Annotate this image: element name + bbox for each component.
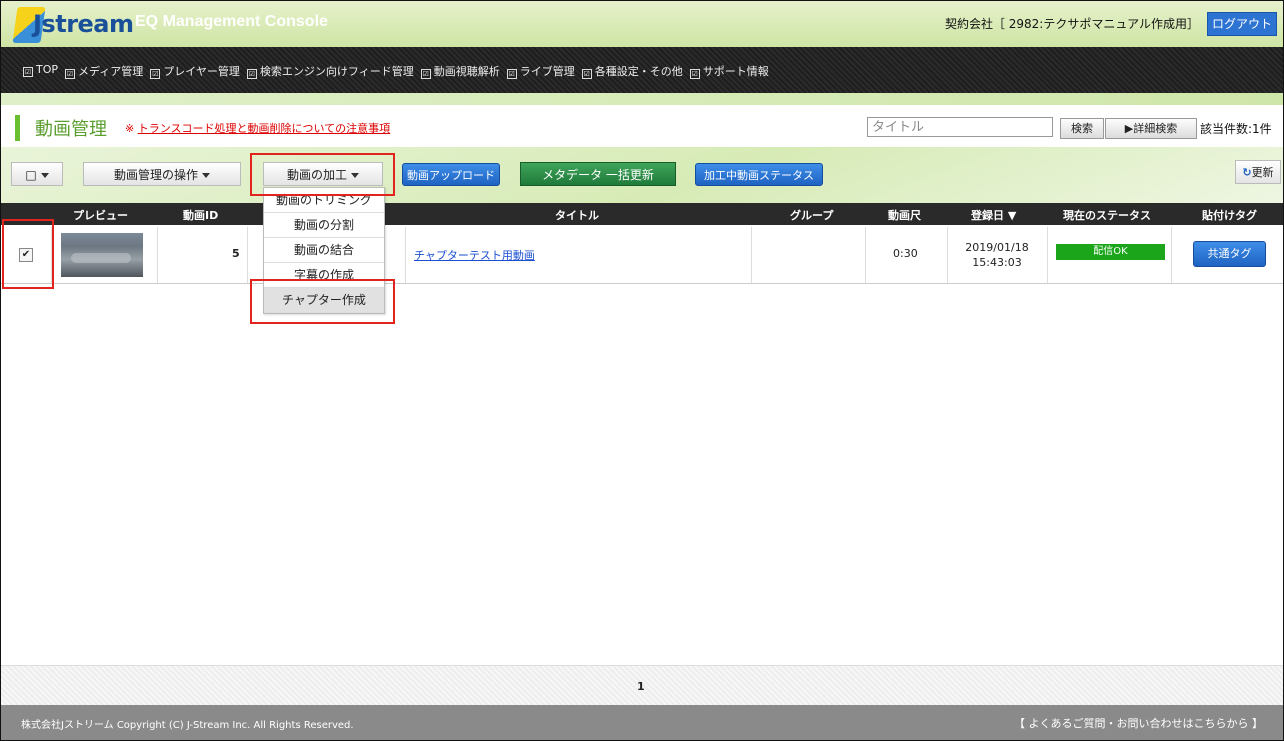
page-number-current[interactable]: 1 — [637, 680, 645, 693]
nav-item-live[interactable]: ☑ ライブ管理 — [506, 63, 575, 79]
select-all-dropdown[interactable]: □ — [11, 162, 63, 186]
cell-divider — [947, 227, 948, 283]
cell-divider — [157, 227, 158, 283]
app-window: Jstream EQ Management Console 契約会社［ 2982… — [0, 0, 1284, 741]
search-button[interactable]: 検索 — [1060, 118, 1104, 139]
footer: 株式会社Jストリーム Copyright (C) J-Stream Inc. A… — [1, 705, 1283, 740]
cell-divider — [1047, 227, 1048, 283]
page-title: 動画管理 — [35, 119, 107, 140]
column-header-id: 動画ID — [183, 209, 219, 222]
pagination: 1 — [1, 665, 1283, 706]
cell-divider — [405, 227, 406, 283]
title-marker — [15, 115, 20, 141]
upload-button[interactable]: 動画アップロード — [402, 163, 500, 186]
console-title: EQ Management Console — [135, 13, 328, 30]
video-id: 5 — [232, 247, 240, 260]
checkbox-icon: ☑ — [246, 69, 257, 79]
video-title-link[interactable]: チャプターテスト用動画 — [414, 247, 535, 263]
faq-link[interactable]: 【 よくあるご質問・お問い合わせはこちらから 】 — [1014, 715, 1263, 731]
chevron-down-icon — [40, 173, 49, 178]
processing-menu: 動画のトリミング 動画の分割 動画の結合 字幕の作成 チャプター作成 — [263, 187, 385, 314]
warning-link[interactable]: トランスコード処理と動画削除についての注意事項 — [138, 122, 390, 135]
nav-item-settings[interactable]: ☑ 各種設定・その他 — [581, 63, 683, 79]
search-input[interactable]: タイトル — [867, 117, 1053, 137]
cell-divider — [1171, 227, 1172, 283]
chevron-down-icon — [351, 173, 359, 178]
registered-date: 2019/01/18 15:43:03 — [965, 241, 1029, 269]
column-header-date[interactable]: 登録日 ▼ — [971, 207, 1016, 223]
checkbox-icon: ☑ — [420, 69, 431, 79]
nav-item-support[interactable]: ☑ サポート情報 — [689, 63, 769, 79]
nav-item-analytics[interactable]: ☑ 動画視聴解析 — [420, 63, 500, 79]
processing-dropdown[interactable]: 動画の加工 — [263, 162, 383, 186]
jstream-logo[interactable]: Jstream — [12, 5, 134, 45]
header-bar: Jstream EQ Management Console 契約会社［ 2982… — [1, 1, 1283, 47]
processing-status-button[interactable]: 加工中動画ステータス — [695, 163, 823, 186]
column-header-group: グループ — [790, 209, 834, 222]
metadata-bulk-update-button[interactable]: メタデータ 一括更新 — [520, 162, 676, 186]
nav-item-player[interactable]: ☑ プレイヤー管理 — [150, 63, 240, 79]
checkbox-icon: ☑ — [150, 69, 161, 79]
result-count: 該当件数:1件 — [1200, 122, 1272, 136]
menu-item-subtitles[interactable]: 字幕の作成 — [264, 263, 384, 288]
cell-divider — [865, 227, 866, 283]
contract-info: 契約会社［ 2982:テクサポマニュアル作成用］ — [944, 17, 1199, 31]
warning-note: ※ トランスコード処理と動画削除についての注意事項 — [125, 122, 391, 135]
cell-divider — [751, 227, 752, 283]
nav-item-media[interactable]: ☑ メディア管理 — [65, 63, 143, 79]
copyright-text: 株式会社Jストリーム Copyright (C) J-Stream Inc. A… — [21, 720, 354, 731]
cell-divider — [51, 227, 52, 283]
column-header-preview: プレビュー — [73, 209, 128, 222]
table-header: プレビュー 動画ID タイトル グループ 動画尺 登録日 ▼ 現在のステータス … — [1, 203, 1283, 225]
video-duration: 0:30 — [893, 247, 918, 260]
manage-ops-dropdown[interactable]: 動画管理の操作 — [83, 162, 241, 186]
refresh-button[interactable]: ↻更新 — [1235, 160, 1281, 184]
advanced-search-button[interactable]: ▶詳細検索 — [1105, 118, 1197, 139]
menu-item-merge[interactable]: 動画の結合 — [264, 238, 384, 263]
logout-button[interactable]: ログアウト — [1207, 12, 1277, 36]
logo-text: Jstream — [33, 10, 134, 38]
video-thumbnail[interactable] — [61, 233, 143, 277]
menu-item-split[interactable]: 動画の分割 — [264, 213, 384, 238]
column-header-status: 現在のステータス — [1063, 209, 1151, 222]
column-header-tag: 貼付けタグ — [1202, 209, 1257, 222]
nav-item-feed[interactable]: ☑ 検索エンジン向けフィード管理 — [246, 63, 414, 79]
column-header-duration[interactable]: 動画尺 — [888, 207, 921, 223]
column-header-title[interactable]: タイトル — [555, 207, 599, 223]
checkbox-icon: ☑ — [689, 69, 700, 79]
nav-item-top[interactable]: ☑ TOP — [23, 63, 58, 79]
divider — [1, 93, 1283, 105]
checkbox-icon: ☑ — [65, 69, 76, 79]
common-tag-button[interactable]: 共通タグ — [1193, 241, 1266, 267]
main-nav: ☑ TOP ☑ メディア管理 ☑ プレイヤー管理 ☑ 検索エンジン向けフィード管理 ☑ 動… — [1, 47, 1283, 93]
menu-item-trimming[interactable]: 動画のトリミング — [264, 188, 384, 213]
row-checkbox[interactable]: ✔ — [19, 248, 33, 262]
menu-item-chapters[interactable]: チャプター作成 — [264, 288, 384, 313]
chevron-down-icon — [202, 173, 210, 178]
checkbox-icon: ☑ — [506, 69, 517, 79]
cell-divider — [247, 227, 248, 283]
checkbox-icon: ☑ — [581, 69, 592, 79]
refresh-icon: ↻ — [1242, 166, 1252, 179]
status-badge: 配信OK — [1056, 244, 1165, 260]
checkbox-icon: ☑ — [23, 67, 33, 77]
